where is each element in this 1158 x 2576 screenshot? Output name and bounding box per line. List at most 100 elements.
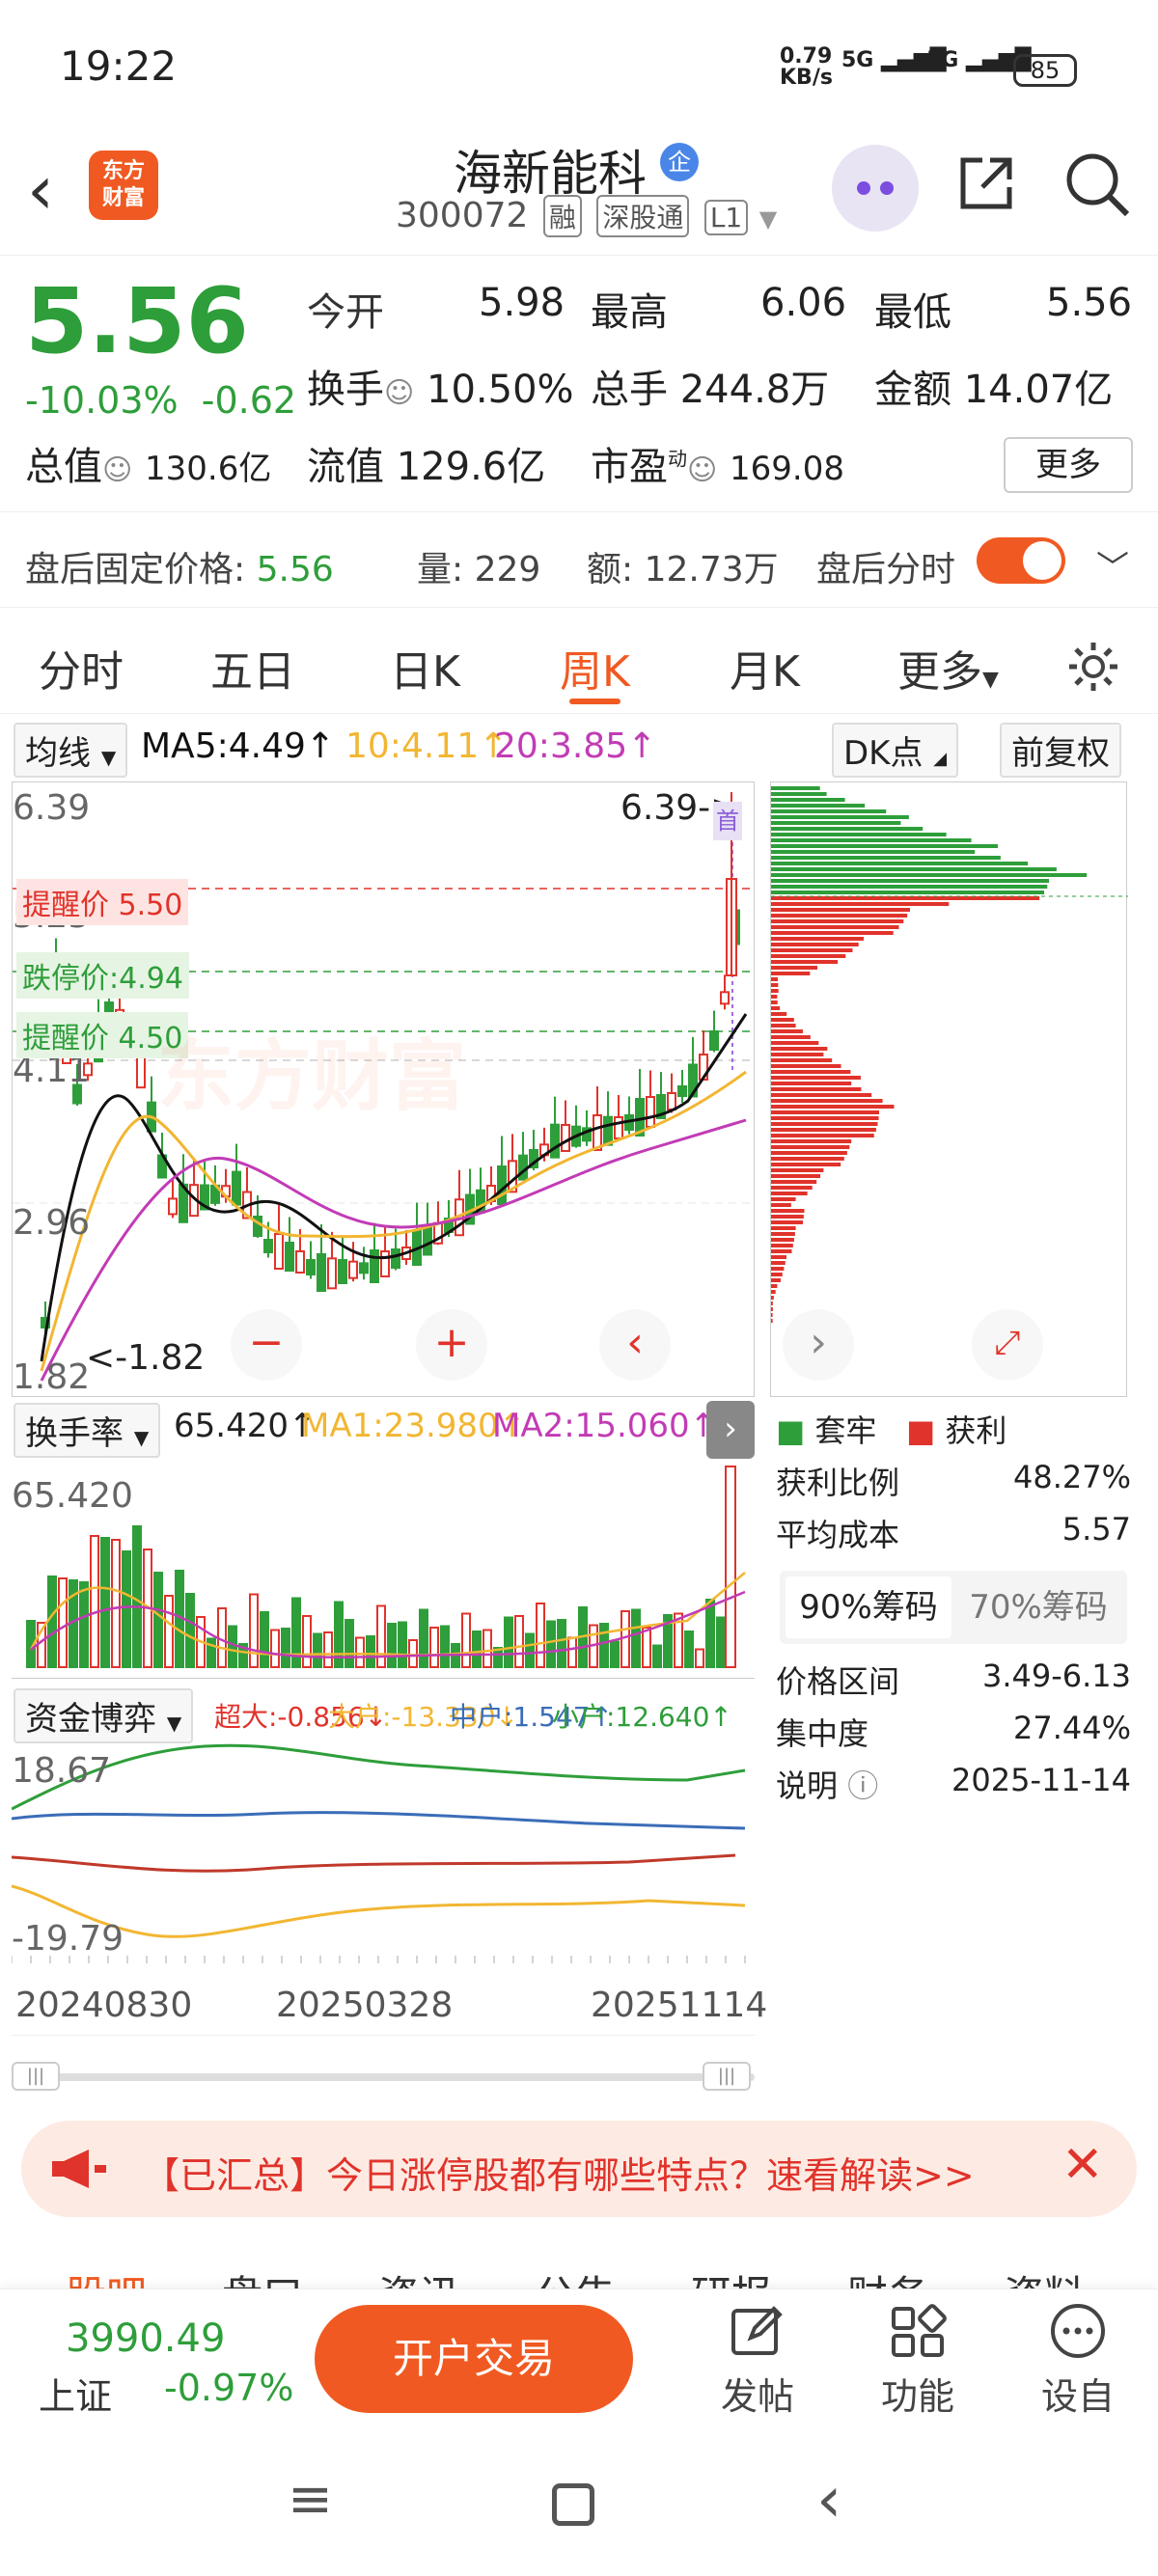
scroll-handle-right[interactable]: ||| <box>703 2062 751 2091</box>
ai-assistant-icon[interactable] <box>832 145 919 232</box>
dk-point-select[interactable]: DK点 ◢ <box>832 723 959 778</box>
turnover-bar <box>345 1619 354 1668</box>
tab-five-day[interactable]: 五日 <box>210 637 295 699</box>
small-holders: 小户:12.640↑ <box>552 1701 732 1733</box>
zoom-out-button[interactable]: − <box>231 1309 302 1381</box>
turnover-stat[interactable]: 换手☺ 10.50% <box>307 358 574 414</box>
kline-chart[interactable]: 6.39 5.25 4.11 2.96 1.82 6.39-> <-1.82 提… <box>12 781 756 1397</box>
tab-profile[interactable]: 资料 <box>1004 2263 1085 2288</box>
after-hours-toggle[interactable] <box>977 537 1065 584</box>
content-tabs: 股吧 盘口 资讯 公告 研报 财务 资料 <box>0 2238 1158 2288</box>
more-quote-button[interactable]: 更多 <box>1004 437 1133 493</box>
candle <box>497 1165 507 1205</box>
chip-bar <box>771 1307 773 1311</box>
chip-bar <box>771 1076 861 1080</box>
watermark: 东方财富 <box>157 1031 466 1121</box>
tab-daily-k[interactable]: 日K <box>390 637 460 699</box>
tab-research[interactable]: 研报 <box>691 2263 772 2288</box>
chip-bar <box>771 1157 844 1161</box>
tab-weekly-k[interactable]: 周K <box>560 637 630 704</box>
chip-bar <box>771 1082 852 1085</box>
turnover-bar <box>461 1612 471 1668</box>
status-bar: 19:22 0.79 KB/s 5G ▂▄▆█ 5G ▂▄▆█ 85 <box>0 0 1158 135</box>
open-account-button[interactable]: 开户交易 <box>315 2305 633 2413</box>
turnover-chart[interactable]: 65.420 <box>12 1457 755 1679</box>
close-icon[interactable]: ✕ <box>1062 2136 1104 2194</box>
post-button[interactable]: 发帖 <box>704 2301 811 2420</box>
candle <box>550 1123 560 1159</box>
tab-news[interactable]: 资讯 <box>378 2263 459 2288</box>
chevron-down-icon[interactable]: ﹀ <box>1096 541 1129 589</box>
home-icon[interactable] <box>552 2483 594 2526</box>
fund-select[interactable]: 资金博弈 ▼ <box>14 1688 194 1743</box>
indicator-select[interactable]: 换手率 ▼ <box>14 1403 161 1458</box>
range-scrollbar[interactable]: ||| ||| <box>12 2060 755 2093</box>
menu-icon[interactable]: ≡ <box>288 2468 333 2531</box>
info-icon: ⓘ <box>847 1768 879 1804</box>
back-icon[interactable]: ‹ <box>27 156 54 224</box>
limit-down-tag[interactable]: 跌停价:4.94 <box>16 952 189 999</box>
alert-price-tag[interactable]: 提醒价 5.50 <box>16 879 189 925</box>
index-value[interactable]: 3990.49 <box>66 2316 225 2361</box>
search-icon[interactable] <box>1063 151 1131 218</box>
connect-tag: 深股通 <box>596 195 690 237</box>
battery-icon: 85 <box>1013 54 1077 87</box>
share-icon[interactable] <box>955 152 1017 214</box>
tab-announcements[interactable]: 公告 <box>535 2263 616 2288</box>
y-axis-label: 6.39 <box>13 788 91 828</box>
adjust-select[interactable]: 前复权 <box>1000 723 1121 778</box>
system-nav-bar: ≡ ‹ <box>0 2424 1158 2576</box>
chip-bar <box>771 833 947 836</box>
enterprise-badge-icon: 企 <box>660 143 699 181</box>
tab-monthly-k[interactable]: 月K <box>730 637 800 699</box>
chip-bar <box>771 873 1088 877</box>
date-label: 20240830 <box>15 1986 193 2025</box>
chip-bar <box>771 1093 872 1097</box>
candle <box>720 991 730 1005</box>
gear-icon[interactable] <box>1065 639 1121 695</box>
after-hours-timeshare-label: 盘后分时 <box>816 550 956 589</box>
first-marker-icon: 首 <box>713 802 742 840</box>
news-banner[interactable]: 【已汇总】今日涨停股都有哪些特点？速看解读>> ✕ <box>21 2121 1137 2217</box>
back-nav-icon[interactable]: ‹ <box>816 2462 841 2536</box>
tab-timeshare[interactable]: 分时 <box>39 637 124 699</box>
pe-stat[interactable]: 市盈动☺ 169.08 <box>591 435 844 491</box>
candle <box>593 1114 602 1151</box>
app-logo[interactable]: 东方 财富 <box>89 151 158 220</box>
note-row[interactable]: 说明 ⓘ 2025-11-14 <box>776 1762 1131 1808</box>
tab-forum[interactable]: 股吧 <box>66 2263 147 2288</box>
ma-select[interactable]: 均线 ▼ <box>14 723 128 778</box>
chip-bar <box>771 827 924 831</box>
scroll-handle-left[interactable]: ||| <box>12 2062 60 2091</box>
zoom-in-button[interactable]: + <box>416 1309 487 1381</box>
turnover-bar <box>525 1632 535 1668</box>
expand-icon[interactable]: ⤢ <box>972 1309 1043 1381</box>
chip-bar <box>771 1006 781 1010</box>
market-cap-stat[interactable]: 总值☺ 130.6亿 <box>25 435 271 491</box>
candle <box>677 1085 687 1097</box>
turnover-bar <box>376 1604 386 1668</box>
stock-code-line[interactable]: 300072 融 深股通 L1 ▼ <box>396 195 777 237</box>
functions-button[interactable]: 功能 <box>865 2301 971 2420</box>
chip-bar <box>771 862 1029 865</box>
chip-bar <box>771 943 859 946</box>
chip-bar <box>771 1058 833 1062</box>
collapse-panel-button[interactable]: › <box>706 1401 755 1459</box>
turnover-bar <box>631 1608 641 1668</box>
chip-70-tab[interactable]: 70%筹码 <box>955 1576 1121 1638</box>
scroll-left-button[interactable]: ‹ <box>599 1309 671 1381</box>
fund-chart[interactable]: 18.67 -19.79 <box>11 1741 755 1963</box>
turnover-bar <box>429 1627 439 1668</box>
ma5-value: MA5:4.49↑ <box>141 726 336 766</box>
tab-orderbook[interactable]: 盘口 <box>222 2263 303 2288</box>
tab-more[interactable]: 更多▼ <box>897 637 999 699</box>
turnover-bar <box>302 1615 312 1668</box>
chip-90-tab[interactable]: 90%筹码 <box>786 1576 951 1638</box>
more-dots-icon <box>1051 2304 1105 2358</box>
y-axis-label: 2.96 <box>13 1203 91 1243</box>
scroll-right-button[interactable]: › <box>783 1309 854 1381</box>
candle <box>348 1260 358 1279</box>
tab-financials[interactable]: 财务 <box>847 2263 928 2288</box>
chip-bar <box>771 1186 813 1190</box>
turnover-bar <box>684 1631 694 1668</box>
